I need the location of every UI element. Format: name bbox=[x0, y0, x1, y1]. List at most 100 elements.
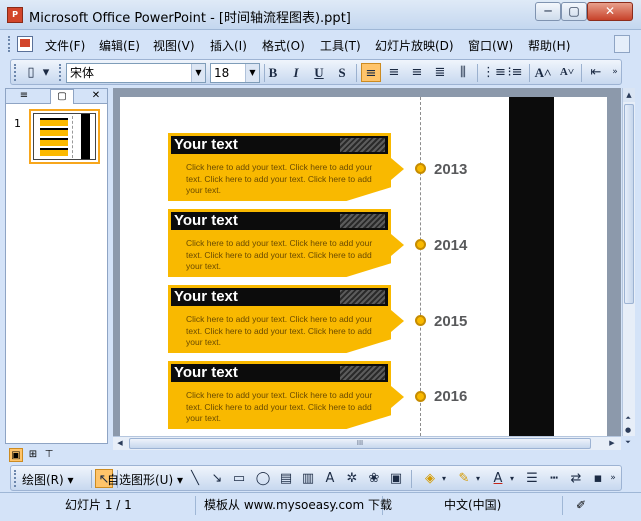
toolbar-grip[interactable] bbox=[14, 470, 18, 487]
tab-outline[interactable]: ≡ bbox=[12, 89, 36, 104]
chevron-down-icon[interactable]: ▼ bbox=[191, 64, 205, 82]
scroll-left-icon[interactable]: ◀ bbox=[113, 437, 127, 450]
draw-menu-button[interactable]: 绘图(R) ▾ bbox=[22, 471, 74, 488]
document-icon[interactable] bbox=[17, 36, 33, 52]
font-color-dropdown-icon[interactable]: ▾ bbox=[507, 469, 517, 488]
menu-help[interactable]: 帮助(H) bbox=[528, 37, 570, 54]
card-body-text[interactable]: Click here to add your text. Click here … bbox=[186, 314, 386, 349]
font-name-select[interactable]: 宋体 ▼ bbox=[66, 63, 206, 83]
timeline-card[interactable]: Your text Click here to add your text. C… bbox=[168, 285, 404, 353]
underline-button[interactable]: U bbox=[309, 63, 329, 82]
timeline-card[interactable]: Your text Click here to add your text. C… bbox=[168, 209, 404, 277]
decrease-indent-icon[interactable]: ⇤ bbox=[586, 63, 606, 82]
powerpoint-app-icon[interactable]: P bbox=[7, 7, 23, 23]
card-title[interactable]: Your text bbox=[174, 288, 238, 305]
toolbar-grip-2[interactable] bbox=[59, 64, 63, 81]
menu-slideshow[interactable]: 幻灯片放映(D) bbox=[375, 37, 454, 54]
line-color-dropdown-icon[interactable]: ▾ bbox=[473, 469, 483, 488]
arrow-style-icon[interactable]: ⇄ bbox=[567, 469, 585, 488]
autoshapes-menu-button[interactable]: 自选图形(U) ▾ bbox=[107, 471, 183, 488]
toolbar-grip[interactable] bbox=[14, 64, 18, 81]
slide-navigation-buttons: ⏶ ● ⏷ bbox=[622, 412, 635, 450]
timeline-card[interactable]: Your text Click here to add your text. C… bbox=[168, 133, 404, 201]
oval-icon[interactable]: ◯ bbox=[254, 469, 272, 488]
diagram-icon[interactable]: ✲ bbox=[343, 469, 361, 488]
numbered-list-icon[interactable]: ⋮≡ bbox=[482, 63, 506, 82]
slideshow-view-icon[interactable]: ⊤ bbox=[42, 448, 56, 462]
toolbar-options-icon[interactable]: ▾ bbox=[41, 63, 51, 82]
fill-color-icon[interactable]: ◈ bbox=[421, 469, 439, 488]
menu-window[interactable]: 窗口(W) bbox=[468, 37, 513, 54]
menu-edit[interactable]: 编辑(E) bbox=[99, 37, 140, 54]
menu-tools[interactable]: 工具(T) bbox=[320, 37, 361, 54]
card-title[interactable]: Your text bbox=[174, 364, 238, 381]
card-body-text[interactable]: Click here to add your text. Click here … bbox=[186, 390, 386, 425]
columns-icon[interactable]: ⫼ bbox=[453, 63, 473, 82]
tab-slides[interactable]: ▢ bbox=[50, 89, 74, 104]
bulleted-list-icon[interactable]: ⁝≡ bbox=[505, 63, 525, 82]
previous-slide-icon[interactable]: ⏶ bbox=[622, 412, 634, 424]
chevron-down-icon[interactable]: ▼ bbox=[245, 64, 259, 82]
menubar-options-button[interactable] bbox=[614, 35, 630, 53]
font-size-select[interactable]: 18 ▼ bbox=[210, 63, 260, 83]
panel-close-icon[interactable]: ✕ bbox=[84, 89, 108, 104]
card-title[interactable]: Your text bbox=[174, 212, 238, 229]
menu-view[interactable]: 视图(V) bbox=[153, 37, 195, 54]
normal-view-icon[interactable]: ▣ bbox=[9, 448, 23, 462]
toolbar-overflow-icon[interactable]: » bbox=[607, 469, 619, 488]
fill-color-dropdown-icon[interactable]: ▾ bbox=[439, 469, 449, 488]
select-browse-object-icon[interactable]: ● bbox=[622, 424, 634, 436]
year-label[interactable]: 2015 bbox=[434, 313, 467, 330]
align-left-button[interactable]: ≡ bbox=[361, 63, 381, 82]
timeline-card[interactable]: Your text Click here to add your text. C… bbox=[168, 361, 404, 429]
slide-thumbnail[interactable] bbox=[29, 109, 100, 164]
shadow-style-icon[interactable]: ▪ bbox=[589, 469, 607, 488]
menu-file[interactable]: 文件(F) bbox=[45, 37, 85, 54]
line-color-icon[interactable]: ✎ bbox=[455, 469, 473, 488]
rectangle-icon[interactable]: ▭ bbox=[230, 469, 248, 488]
wordart-icon[interactable]: A bbox=[321, 469, 339, 488]
arrow-icon[interactable]: ↘ bbox=[208, 469, 226, 488]
decrease-font-button[interactable]: A˅ bbox=[557, 63, 577, 82]
card-body-text[interactable]: Click here to add your text. Click here … bbox=[186, 162, 386, 197]
line-style-icon[interactable]: ☰ bbox=[523, 469, 541, 488]
toolbar-overflow-icon[interactable]: » bbox=[609, 63, 621, 82]
menubar-grip[interactable] bbox=[8, 36, 12, 52]
line-icon[interactable]: ╲ bbox=[186, 469, 204, 488]
year-label[interactable]: 2014 bbox=[434, 237, 467, 254]
clipart-icon[interactable]: ❀ bbox=[365, 469, 383, 488]
align-right-button[interactable]: ≡ bbox=[407, 63, 427, 82]
textbox-icon[interactable]: ▤ bbox=[277, 469, 295, 488]
year-label[interactable]: 2013 bbox=[434, 161, 467, 178]
horizontal-scroll-thumb[interactable]: III bbox=[129, 438, 591, 449]
card-body-text[interactable]: Click here to add your text. Click here … bbox=[186, 238, 386, 273]
menu-insert[interactable]: 插入(I) bbox=[210, 37, 247, 54]
bold-button[interactable]: B bbox=[263, 63, 283, 82]
italic-button[interactable]: I bbox=[286, 63, 306, 82]
menu-format[interactable]: 格式(O) bbox=[262, 37, 305, 54]
picture-icon[interactable]: ▣ bbox=[387, 469, 405, 488]
vertical-textbox-icon[interactable]: ▥ bbox=[299, 469, 317, 488]
horizontal-scrollbar[interactable]: ◀ III ▶ bbox=[113, 436, 621, 450]
slide-canvas[interactable]: Your text Click here to add your text. C… bbox=[120, 97, 607, 436]
maximize-button[interactable]: ▢ bbox=[561, 2, 587, 21]
scroll-up-icon[interactable]: ▲ bbox=[623, 88, 635, 102]
vertical-scroll-thumb[interactable] bbox=[624, 104, 634, 304]
font-color-icon[interactable]: A bbox=[489, 469, 507, 488]
dash-style-icon[interactable]: ┅ bbox=[545, 469, 563, 488]
increase-font-button[interactable]: A˄ bbox=[533, 63, 553, 82]
shadow-button[interactable]: S bbox=[332, 63, 352, 82]
card-title[interactable]: Your text bbox=[174, 136, 238, 153]
close-button[interactable]: ✕ bbox=[587, 2, 633, 21]
separator bbox=[356, 64, 357, 82]
slide-sorter-view-icon[interactable]: ⊞ bbox=[26, 448, 40, 462]
next-slide-icon[interactable]: ⏷ bbox=[622, 436, 634, 448]
align-center-button[interactable]: ≡ bbox=[384, 63, 404, 82]
scroll-right-icon[interactable]: ▶ bbox=[605, 437, 619, 450]
year-label[interactable]: 2016 bbox=[434, 388, 467, 405]
spelling-status-icon[interactable]: ✐ bbox=[572, 497, 590, 513]
minimize-button[interactable]: ─ bbox=[535, 2, 561, 21]
distribute-button[interactable]: ≣ bbox=[430, 63, 450, 82]
new-document-icon[interactable]: ▯ bbox=[21, 63, 41, 82]
vertical-scrollbar[interactable]: ▲ bbox=[622, 88, 635, 436]
